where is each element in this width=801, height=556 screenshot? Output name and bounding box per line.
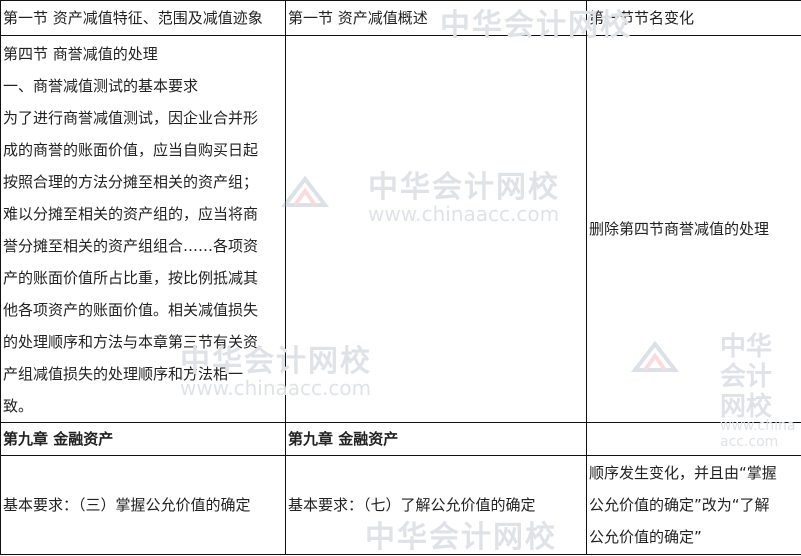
row4-old-cell: 基本要求：（三）掌握公允价值的确定	[1, 456, 286, 555]
row3-old-cell: 第九章 金融资产	[1, 423, 286, 456]
row2-new-cell	[286, 36, 587, 423]
text-line: 难以分摊至相关的资产组的，应当将商	[3, 198, 283, 230]
text-line: 产组减值损失的处理顺序和方法相一	[3, 358, 283, 390]
text-line: 他各项资产的账面价值。相关减值损失	[3, 294, 283, 326]
table-row: 第九章 金融资产 第九章 金融资产	[1, 423, 801, 456]
text-line: 产的账面价值所占比重，按比例抵减其	[3, 262, 283, 294]
text-line: 第四节 商誉减值的处理	[3, 38, 283, 70]
row4-change-cell: 顺序发生变化，并且由“掌握 公允价值的确定”改为“了解 公允价值的确定”	[587, 456, 801, 555]
text-line: 公允价值的确定”	[589, 521, 799, 553]
row3-new-cell: 第九章 金融资产	[286, 423, 587, 456]
header-row: 第一节 资产减值特征、范围及减值迹象 第一节 资产减值概述 第一节节名变化	[1, 1, 801, 36]
table-row: 基本要求：（三）掌握公允价值的确定 基本要求：（七）了解公允价值的确定 顺序发生…	[1, 456, 801, 555]
row2-old-cell: 第四节 商誉减值的处理 一、商誉减值测试的基本要求 为了进行商誉减值测试，因企业…	[1, 36, 286, 423]
text-line: 顺序发生变化，并且由“掌握	[589, 457, 799, 489]
table-row: 第四节 商誉减值的处理 一、商誉减值测试的基本要求 为了进行商誉减值测试，因企业…	[1, 36, 801, 423]
text-line: 誉分摊至相关的资产组组合……各项资	[3, 230, 283, 262]
comparison-table: 第一节 资产减值特征、范围及减值迹象 第一节 资产减值概述 第一节节名变化 第四…	[0, 0, 801, 555]
text-line: 的处理顺序和方法与本章第三节有关资	[3, 326, 283, 358]
text-line: 一、商誉减值测试的基本要求	[3, 70, 283, 102]
row3-change-cell	[587, 423, 801, 456]
header-cell-old: 第一节 资产减值特征、范围及减值迹象	[1, 1, 286, 36]
text-line: 按照合理的方法分摊至相关的资产组；	[3, 166, 283, 198]
text-line: 致。	[3, 390, 283, 422]
row2-change-cell: 删除第四节商誉减值的处理	[587, 36, 801, 423]
text-line: 公允价值的确定”改为“了解	[589, 489, 799, 521]
header-cell-change: 第一节节名变化	[587, 1, 801, 36]
header-cell-new: 第一节 资产减值概述	[286, 1, 587, 36]
row4-new-cell: 基本要求：（七）了解公允价值的确定	[286, 456, 587, 555]
text-line: 成的商誉的账面价值，应当自购买日起	[3, 134, 283, 166]
text-line: 为了进行商誉减值测试，因企业合并形	[3, 102, 283, 134]
